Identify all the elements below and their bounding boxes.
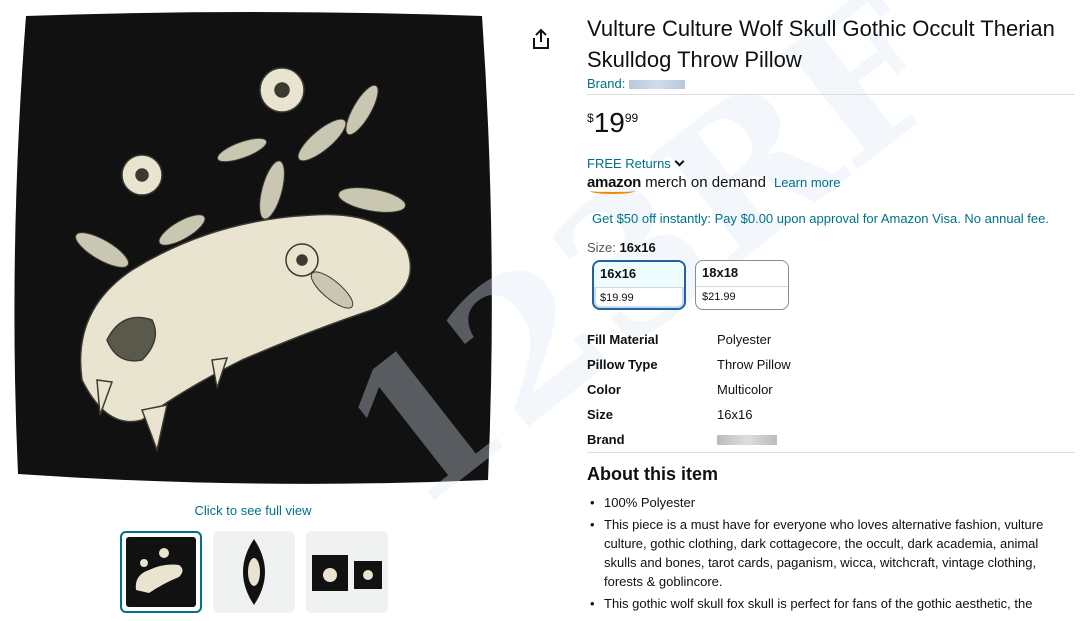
size-label-text: Size: [587,240,616,255]
spec-value: 16x16 [717,407,753,422]
spec-table: Fill Material Polyester Pillow Type Throw … [587,327,791,452]
merch-on-demand-row: amazon merch on demand Learn more [587,174,840,194]
spec-key: Brand [587,432,625,447]
spec-key: Pillow Type [587,357,658,372]
spec-row: Pillow Type Throw Pillow [587,352,791,377]
brand-label: Brand: [587,76,626,91]
main-product-image[interactable] [12,10,494,488]
thumbnail-front[interactable] [120,531,202,613]
size-option-price: $21.99 [696,286,788,303]
about-bullets: 100% Polyester This piece is a must have… [589,493,1067,616]
learn-more-link[interactable]: Learn more [774,175,840,190]
size-selected: 16x16 [619,240,656,255]
price-fraction: 99 [624,111,639,125]
share-icon[interactable] [530,28,552,50]
merch-logo-text: merch on demand [645,174,766,191]
click-full-view-link[interactable]: Click to see full view [0,503,506,518]
size-option-name: 16x16 [594,262,684,287]
product-title: Vulture Culture Wolf Skull Gothic Occult… [587,16,1055,72]
size-option-price: $19.99 [594,287,684,304]
free-returns-label: FREE Returns [587,156,671,171]
divider [587,452,1075,453]
spec-key: Size [587,407,614,422]
visa-promo-link[interactable]: Get $50 off instantly: Pay $0.00 upon ap… [592,211,1049,226]
size-options: 16x16 $19.99 18x18 $21.99 [592,260,789,310]
chevron-down-icon [674,156,685,167]
spec-value: Polyester [717,332,772,347]
brand-link[interactable]: Brand: [587,76,686,91]
list-item: 100% Polyester [589,493,1067,512]
size-option-name: 18x18 [702,265,739,280]
size-label: Size: 16x16 [587,240,656,255]
spec-row: Size 16x16 [587,402,791,427]
amazon-logo: amazon [587,174,642,194]
brand-name-redacted [629,80,686,90]
spec-key: Fill Material [587,332,659,347]
price-whole: 19 [593,107,625,138]
thumbnail-side[interactable] [213,531,295,613]
size-option-16x16[interactable]: 16x16 $19.99 [592,260,686,310]
spec-value: Multicolor [717,382,773,397]
thumbnail-strip [120,531,388,613]
spec-row: Fill Material Polyester [587,327,791,352]
spec-key: Color [587,382,621,397]
size-option-18x18[interactable]: 18x18 $21.99 [695,260,789,310]
divider [587,94,1075,95]
spec-value: Throw Pillow [717,357,791,372]
spec-row: Brand [587,427,791,452]
about-heading: About this item [587,464,718,484]
free-returns-link[interactable]: FREE Returns [587,156,685,171]
brand-value-redacted [717,434,777,445]
price: $1999 [587,107,638,139]
spec-row: Color Multicolor [587,377,791,402]
thumbnail-pair[interactable] [306,531,388,613]
list-item: This gothic wolf skull fox skull is perf… [589,594,1067,613]
list-item: This piece is a must have for everyone w… [589,515,1067,591]
price-symbol: $ [587,111,594,125]
